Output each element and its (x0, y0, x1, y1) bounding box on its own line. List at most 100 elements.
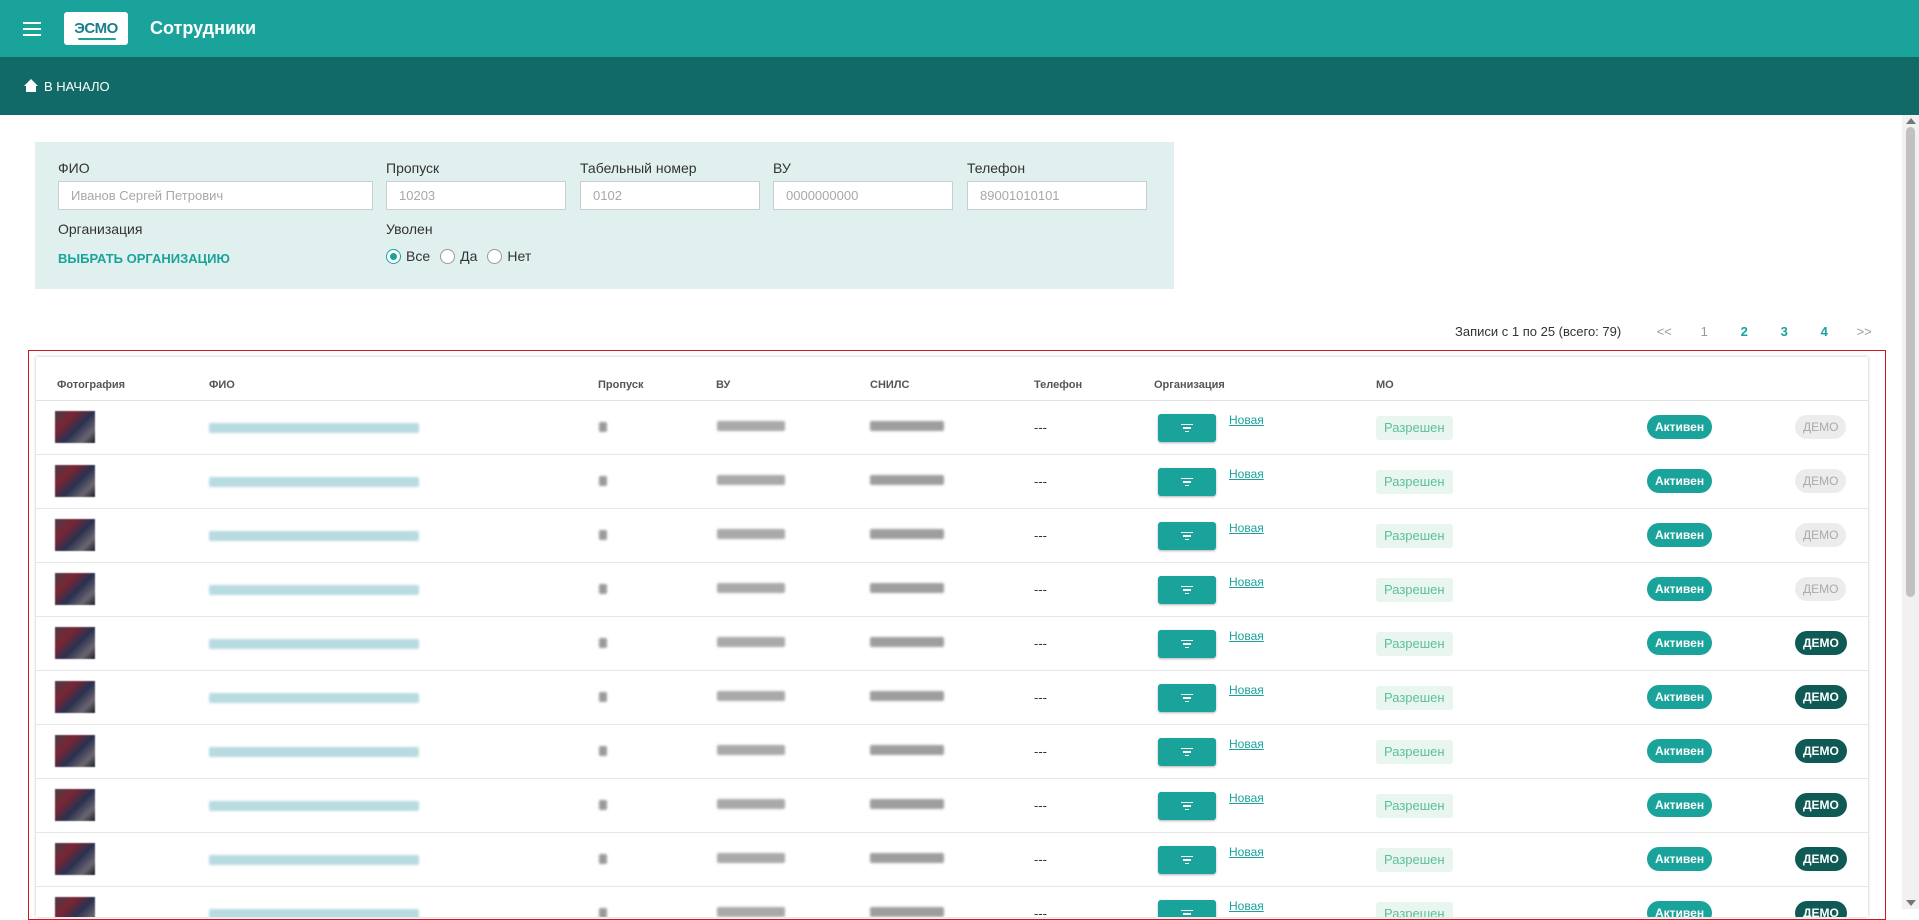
phone-value: --- (1034, 636, 1047, 651)
active-status-badge[interactable]: Активен (1647, 577, 1713, 601)
scroll-down-icon[interactable] (1906, 900, 1916, 906)
active-status-badge[interactable]: Активен (1647, 631, 1713, 655)
table-header: Фотография ФИО Пропуск ВУ СНИЛС Телефон … (36, 357, 1868, 401)
vu-redacted (717, 475, 785, 485)
mo-status-badge: Разрешен (1376, 524, 1453, 548)
page-first[interactable]: << (1644, 324, 1684, 339)
pass-redacted (599, 692, 607, 702)
employee-photo (55, 897, 95, 917)
organization-filter-button[interactable] (1158, 576, 1216, 604)
vu-input[interactable] (773, 181, 953, 210)
active-status-badge[interactable]: Активен (1647, 469, 1713, 493)
hamburger-menu-icon[interactable] (0, 0, 64, 57)
pagination: Записи с 1 по 25 (всего: 79) << 1 2 3 4 … (1455, 324, 1884, 339)
scroll-up-icon[interactable] (1906, 118, 1916, 124)
top-app-bar: ЭСМО Сотрудники (0, 0, 1919, 57)
active-status-badge[interactable]: Активен (1647, 685, 1713, 709)
scroll-thumb[interactable] (1906, 127, 1915, 597)
page-1[interactable]: 1 (1684, 324, 1724, 339)
employee-photo (55, 681, 95, 713)
organization-link[interactable]: Новая (1229, 521, 1264, 535)
page-2[interactable]: 2 (1724, 324, 1764, 339)
demo-badge[interactable]: ДЕМО (1795, 847, 1847, 871)
organization-filter-button[interactable] (1158, 414, 1216, 442)
select-organization-link[interactable]: ВЫБРАТЬ ОРГАНИЗАЦИЮ (58, 251, 230, 266)
organization-filter-button[interactable] (1158, 846, 1216, 874)
organization-link[interactable]: Новая (1229, 467, 1264, 481)
active-status-badge[interactable]: Активен (1647, 415, 1713, 439)
employee-name-redacted[interactable] (209, 531, 419, 541)
employee-name-redacted[interactable] (209, 855, 419, 865)
mo-status-badge: Разрешен (1376, 848, 1453, 872)
employee-name-redacted[interactable] (209, 585, 419, 595)
demo-badge[interactable]: ДЕМО (1795, 631, 1847, 655)
organization-filter-button[interactable] (1158, 738, 1216, 766)
table-row[interactable]: --- Новая Разрешен Активен ДЕМО (36, 725, 1868, 779)
pass-redacted (599, 530, 607, 540)
fired-radio-no[interactable]: Нет (487, 248, 531, 264)
demo-badge[interactable]: ДЕМО (1795, 739, 1847, 763)
fio-input[interactable] (58, 181, 373, 210)
organization-link[interactable]: Новая (1229, 899, 1264, 913)
employee-name-redacted[interactable] (209, 639, 419, 649)
organization-link[interactable]: Новая (1229, 575, 1264, 589)
table-row[interactable]: --- Новая Разрешен Активен ДЕМО (36, 455, 1868, 509)
table-row[interactable]: --- Новая Разрешен Активен ДЕМО (36, 779, 1868, 833)
fired-radio-yes[interactable]: Да (440, 248, 477, 264)
organization-link[interactable]: Новая (1229, 629, 1264, 643)
organization-filter-button[interactable] (1158, 522, 1216, 550)
organization-link[interactable]: Новая (1229, 845, 1264, 859)
vu-redacted (717, 421, 785, 431)
table-row[interactable]: --- Новая Разрешен Активен ДЕМО (36, 887, 1868, 917)
employee-name-redacted[interactable] (209, 477, 419, 487)
active-status-badge[interactable]: Активен (1647, 739, 1713, 763)
employee-name-redacted[interactable] (209, 801, 419, 811)
organization-filter-button[interactable] (1158, 684, 1216, 712)
organization-link[interactable]: Новая (1229, 791, 1264, 805)
logo[interactable]: ЭСМО (64, 12, 128, 45)
employee-name-redacted[interactable] (209, 909, 419, 917)
organization-filter-button[interactable] (1158, 468, 1216, 496)
active-status-badge[interactable]: Активен (1647, 793, 1713, 817)
pass-redacted (599, 476, 607, 486)
table-row[interactable]: --- Новая Разрешен Активен ДЕМО (36, 617, 1868, 671)
active-status-badge[interactable]: Активен (1647, 901, 1713, 917)
col-fio: ФИО (209, 379, 235, 391)
organization-filter-button[interactable] (1158, 792, 1216, 820)
active-status-badge[interactable]: Активен (1647, 523, 1713, 547)
demo-badge[interactable]: ДЕМО (1795, 523, 1847, 547)
breadcrumb-home-link[interactable]: В НАЧАЛО (44, 79, 110, 94)
col-vu: ВУ (716, 379, 731, 391)
employee-name-redacted[interactable] (209, 693, 419, 703)
active-status-badge[interactable]: Активен (1647, 847, 1713, 871)
organization-link[interactable]: Новая (1229, 413, 1264, 427)
fired-label: Уволен (386, 221, 433, 237)
pass-input[interactable] (386, 181, 566, 210)
demo-badge[interactable]: ДЕМО (1795, 901, 1847, 917)
employee-name-redacted[interactable] (209, 747, 419, 757)
demo-badge[interactable]: ДЕМО (1795, 793, 1847, 817)
page-3[interactable]: 3 (1764, 324, 1804, 339)
table-row[interactable]: --- Новая Разрешен Активен ДЕМО (36, 833, 1868, 887)
organization-link[interactable]: Новая (1229, 737, 1264, 751)
organization-filter-button[interactable] (1158, 630, 1216, 658)
phone-input[interactable] (967, 181, 1147, 210)
fired-radio-all[interactable]: Все (386, 248, 430, 264)
mo-status-badge: Разрешен (1376, 416, 1453, 440)
demo-badge[interactable]: ДЕМО (1795, 415, 1847, 439)
page-last[interactable]: >> (1844, 324, 1884, 339)
snils-redacted (870, 583, 944, 593)
table-row[interactable]: --- Новая Разрешен Активен ДЕМО (36, 509, 1868, 563)
page-scrollbar[interactable] (1902, 115, 1919, 909)
table-row[interactable]: --- Новая Разрешен Активен ДЕМО (36, 563, 1868, 617)
page-4[interactable]: 4 (1804, 324, 1844, 339)
demo-badge[interactable]: ДЕМО (1795, 577, 1847, 601)
tab-number-input[interactable] (580, 181, 760, 210)
table-row[interactable]: --- Новая Разрешен Активен ДЕМО (36, 671, 1868, 725)
employee-name-redacted[interactable] (209, 423, 419, 433)
demo-badge[interactable]: ДЕМО (1795, 685, 1847, 709)
table-row[interactable]: --- Новая Разрешен Активен ДЕМО (36, 401, 1868, 455)
organization-link[interactable]: Новая (1229, 683, 1264, 697)
home-icon[interactable] (24, 79, 38, 93)
demo-badge[interactable]: ДЕМО (1795, 469, 1847, 493)
